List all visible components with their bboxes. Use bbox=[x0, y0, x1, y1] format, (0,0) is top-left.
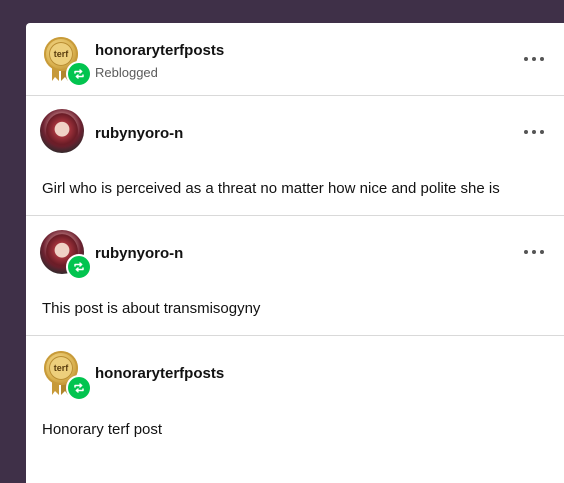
reblog-trail-item: rubynyoro-n Girl who is perceived as a t… bbox=[26, 95, 564, 216]
post-body: This post is about transmisogyny bbox=[42, 300, 261, 317]
username[interactable]: rubynyoro-n bbox=[95, 245, 183, 262]
reblog-header: terf honoraryterfposts Reblogged bbox=[26, 23, 564, 96]
avatar[interactable]: terf bbox=[44, 37, 92, 87]
reblogged-label: Reblogged bbox=[95, 65, 158, 80]
seal-label: terf bbox=[49, 42, 73, 66]
avatar-photo bbox=[40, 109, 84, 153]
reblog-icon bbox=[66, 254, 92, 280]
ellipsis-icon[interactable] bbox=[524, 56, 544, 62]
avatar[interactable]: terf bbox=[44, 351, 92, 401]
post-card: terf honoraryterfposts Reblogged rubynyo… bbox=[26, 23, 564, 483]
reblog-trail-item: rubynyoro-n This post is about transmiso… bbox=[26, 216, 564, 336]
ellipsis-icon[interactable] bbox=[524, 249, 544, 255]
reblog-icon bbox=[66, 61, 92, 87]
username[interactable]: honoraryterfposts bbox=[95, 42, 224, 59]
post-body: Honorary terf post bbox=[42, 421, 163, 438]
seal-label: terf bbox=[49, 356, 73, 380]
reblog-trail-item: terf honoraryterfposts Honorary terf pos… bbox=[26, 336, 564, 483]
avatar[interactable] bbox=[40, 109, 84, 155]
ellipsis-icon[interactable] bbox=[524, 129, 544, 135]
post-body: Girl who is perceived as a threat no mat… bbox=[42, 180, 500, 197]
reblog-icon bbox=[66, 375, 92, 401]
avatar[interactable] bbox=[40, 230, 92, 280]
username[interactable]: rubynyoro-n bbox=[95, 125, 183, 142]
username[interactable]: honoraryterfposts bbox=[95, 365, 224, 382]
